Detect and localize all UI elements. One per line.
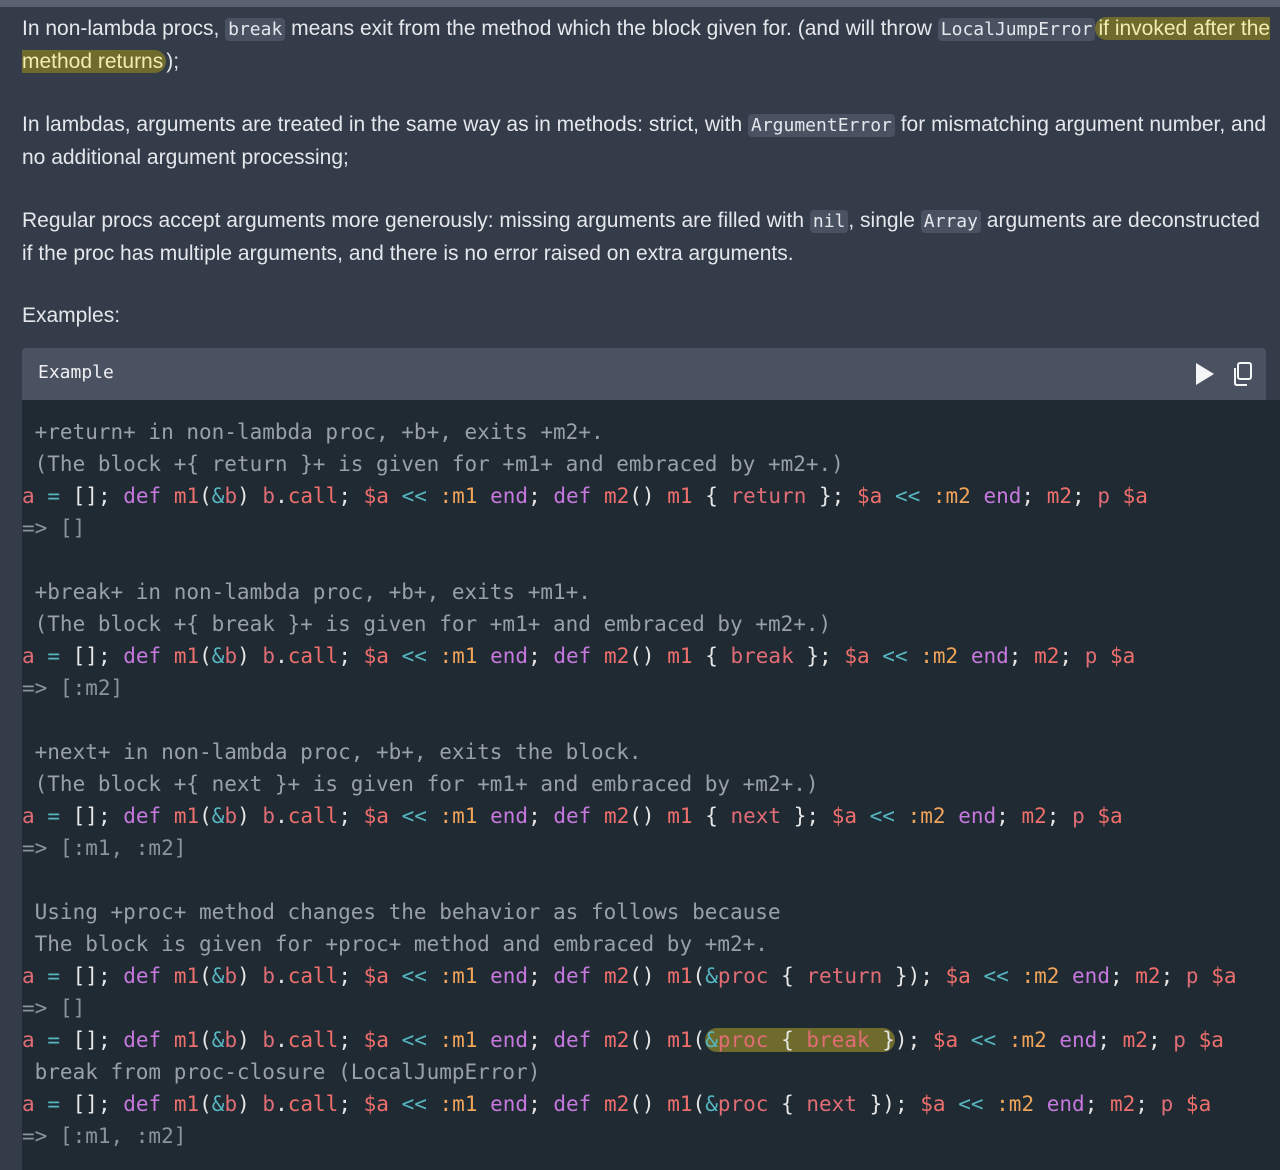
code-comment: (The block +{ break }+ is given for +m1+…: [22, 612, 832, 636]
paragraph-text: , single: [848, 209, 921, 232]
code-result: => [:m2]: [22, 676, 124, 700]
paragraph-break-behavior: In non-lambda procs, break means exit fr…: [22, 13, 1272, 78]
code-comment: +next+ in non-lambda proc, +b+, exits th…: [22, 740, 642, 764]
top-divider: [0, 0, 1280, 7]
code-line: a = []; def m1(&b) b.call; $a << :m1 end…: [22, 1028, 1224, 1052]
highlighted-code: &proc { break }: [705, 1028, 895, 1052]
paragraph-text: In non-lambda procs,: [22, 17, 226, 40]
code-comment: Using +proc+ method changes the behavior…: [22, 900, 781, 924]
inline-code: break: [225, 18, 286, 41]
inline-code: nil: [809, 210, 849, 233]
code-comment: (The block +{ return }+ is given for +m1…: [22, 452, 844, 476]
code-result: => [:m1, :m2]: [22, 1124, 187, 1148]
code-block-body: +return+ in non-lambda proc, +b+, exits …: [22, 400, 1280, 1170]
paragraph-text: Examples:: [22, 304, 121, 327]
code-comment: +return+ in non-lambda proc, +b+, exits …: [22, 420, 604, 444]
paragraph-text: means exit from the method which the blo…: [285, 17, 938, 40]
copy-icon: [1234, 362, 1252, 386]
inline-code: LocalJumpError: [937, 18, 1096, 41]
inline-code: ArgumentError: [748, 114, 895, 137]
code-line: a = []; def m1(&b) b.call; $a << :m1 end…: [22, 804, 1123, 828]
paragraph-examples: Examples:: [22, 300, 1272, 332]
code-block-header: Example: [22, 348, 1266, 400]
play-icon: [1196, 363, 1214, 385]
code-result: => []: [22, 516, 86, 540]
code-comment: +break+ in non-lambda proc, +b+, exits +…: [22, 580, 591, 604]
copy-button[interactable]: [1230, 360, 1256, 388]
code-comment: break from proc-closure (LocalJumpError): [22, 1060, 541, 1084]
code-line: a = []; def m1(&b) b.call; $a << :m1 end…: [22, 644, 1136, 668]
paragraph-text: In lambdas, arguments are treated in the…: [22, 113, 748, 136]
code-block-title: Example: [38, 362, 114, 383]
code-line: a = []; def m1(&b) b.call; $a << :m1 end…: [22, 1092, 1212, 1116]
paragraph-proc-arguments: Regular procs accept arguments more gene…: [22, 205, 1272, 270]
code-line: a = []; def m1(&b) b.call; $a << :m1 end…: [22, 484, 1148, 508]
paragraph-lambda-arguments: In lambdas, arguments are treated in the…: [22, 109, 1272, 174]
code-result: => []: [22, 996, 86, 1020]
code-line: a = []; def m1(&b) b.call; $a << :m1 end…: [22, 964, 1237, 988]
paragraph-text: Regular procs accept arguments more gene…: [22, 209, 810, 232]
inline-code: Array: [920, 210, 981, 233]
code-result: => [:m1, :m2]: [22, 836, 187, 860]
paragraph-text: );: [166, 50, 180, 73]
run-button[interactable]: [1192, 361, 1216, 387]
code-comment: (The block +{ next }+ is given for +m1+ …: [22, 772, 819, 796]
code-comment: The block is given for +proc+ method and…: [22, 932, 768, 956]
